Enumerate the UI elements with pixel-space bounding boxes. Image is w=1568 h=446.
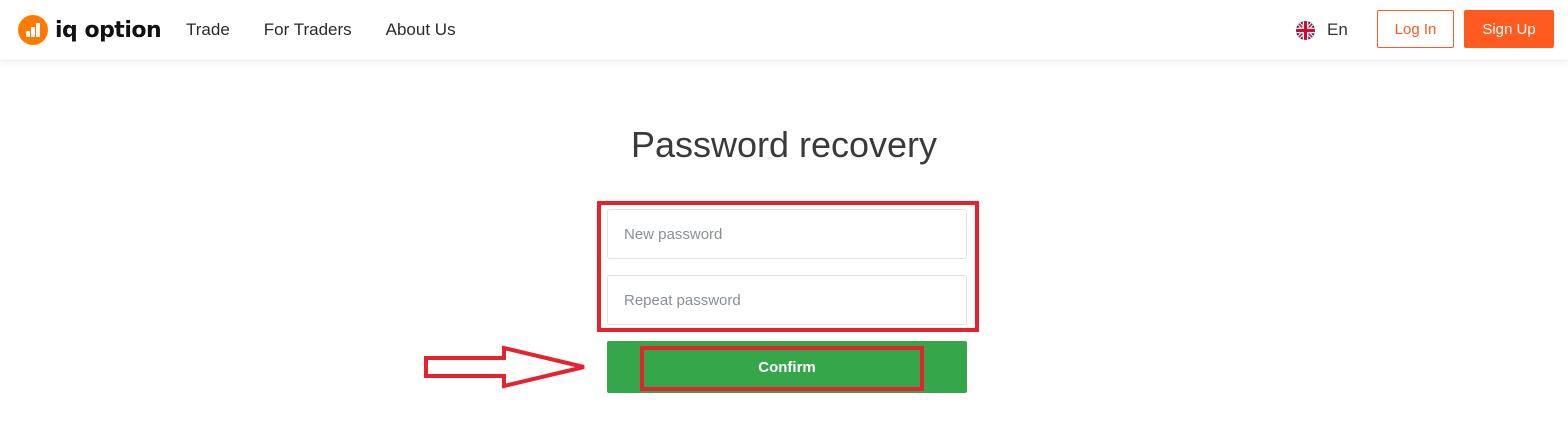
repeat-password-input[interactable]	[607, 275, 967, 325]
right-arrow-icon	[424, 345, 585, 389]
iq-option-logo-icon	[18, 15, 48, 45]
login-button[interactable]: Log In	[1377, 10, 1454, 48]
logo-text: iq option	[55, 17, 162, 43]
language-label: En	[1327, 20, 1348, 39]
page-title: Password recovery	[630, 124, 938, 165]
nav-item-trade[interactable]: Trade	[186, 20, 230, 40]
logo[interactable]: iq option	[18, 14, 162, 46]
confirm-button[interactable]: Confirm	[607, 341, 967, 393]
top-header: iq option Trade For Traders About Us En …	[0, 0, 1568, 61]
nav-item-about-us[interactable]: About Us	[386, 20, 456, 40]
new-password-input[interactable]	[607, 209, 967, 259]
main-nav: Trade For Traders About Us	[186, 0, 490, 60]
nav-item-for-traders[interactable]: For Traders	[264, 20, 352, 40]
signup-button[interactable]: Sign Up	[1464, 10, 1554, 48]
language-selector[interactable]: En	[1296, 20, 1348, 40]
uk-flag-icon	[1296, 20, 1315, 40]
